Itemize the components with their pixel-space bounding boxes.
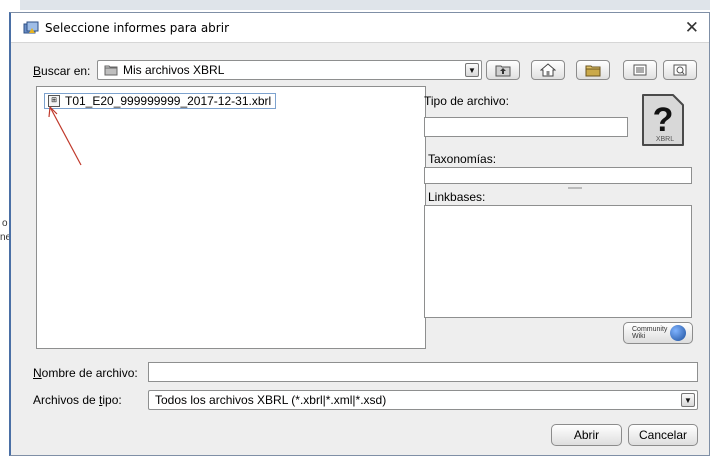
file-list[interactable]: ⊞ T01_E20_999999999_2017-12-31.xbrl — [36, 86, 426, 349]
details-view-button[interactable] — [663, 60, 697, 80]
filetype-label: Archivos de tipo: — [33, 393, 122, 407]
unknown-xbrl-file-icon: ? XBRL — [642, 94, 684, 146]
dialog-titlebar: Seleccione informes para abrir ✕ — [11, 13, 709, 43]
chevron-down-icon[interactable]: ▼ — [465, 63, 479, 77]
linkbases-label: Linkbases: — [428, 190, 486, 204]
filetype-dropdown[interactable]: Todos los archivos XBRL (*.xbrl|*.xml|*.… — [148, 390, 698, 410]
filetype-label-pre: Archivos de — [33, 393, 100, 407]
up-folder-button[interactable] — [486, 60, 520, 80]
filename-label-mnemonic: N — [33, 366, 42, 380]
taxonomies-label: Taxonomías: — [428, 152, 497, 166]
wiki-label-line-2: Wiki — [632, 333, 646, 340]
new-folder-icon — [585, 65, 601, 77]
home-button[interactable] — [531, 60, 565, 80]
globe-icon — [670, 325, 686, 341]
filetype-label-post: ipo: — [102, 393, 122, 407]
community-wiki-button[interactable]: Community Wiki — [623, 322, 693, 344]
xbrl-icon-caption: XBRL — [656, 136, 674, 143]
chevron-down-icon[interactable]: ▼ — [681, 393, 695, 407]
dialog-title: Seleccione informes para abrir — [45, 21, 230, 35]
lookin-value: Mis archivos XBRL — [123, 63, 225, 77]
close-button[interactable]: ✕ — [685, 18, 699, 38]
split-divider[interactable] — [568, 187, 582, 189]
background-window-strip — [0, 0, 710, 10]
list-view-button[interactable] — [623, 60, 657, 80]
folder-icon — [104, 65, 118, 76]
details-view-icon — [673, 64, 687, 76]
lookin-dropdown[interactable]: Mis archivos XBRL ▼ — [97, 60, 482, 80]
wiki-button-label: Community Wiki — [632, 326, 667, 340]
filename-label-text: ombre de archivo: — [41, 366, 138, 380]
new-folder-button[interactable] — [576, 60, 610, 80]
up-folder-icon — [495, 65, 511, 77]
xbrl-icon-glyph: ? — [653, 101, 674, 139]
open-button[interactable]: Abrir — [551, 424, 622, 446]
file-type-field[interactable] — [424, 117, 628, 137]
taxonomies-field[interactable] — [424, 167, 692, 184]
filetype-value: Todos los archivos XBRL (*.xbrl|*.xml|*.… — [155, 393, 387, 407]
lookin-label: Buscar en: — [33, 64, 90, 78]
filename-input[interactable] — [148, 362, 698, 382]
file-type-label: Tipo de archivo: — [424, 94, 509, 108]
linkbases-list[interactable] — [424, 205, 692, 318]
lookin-label-text: uscar en: — [41, 64, 91, 78]
open-reports-dialog: Seleccione informes para abrir ✕ Buscar … — [9, 12, 710, 456]
lookin-label-mnemonic: B — [33, 64, 42, 78]
list-view-icon — [633, 64, 647, 76]
file-name: T01_E20_999999999_2017-12-31.xbrl — [65, 94, 272, 108]
wiki-label-line-1: Community — [632, 326, 668, 333]
filename-label: Nombre de archivo: — [33, 366, 138, 380]
annotation-arrow — [48, 106, 82, 166]
cancel-button[interactable]: Cancelar — [628, 424, 698, 446]
home-icon — [539, 63, 557, 77]
app-icon — [23, 21, 39, 34]
background-text-fragment: o — [2, 218, 8, 229]
